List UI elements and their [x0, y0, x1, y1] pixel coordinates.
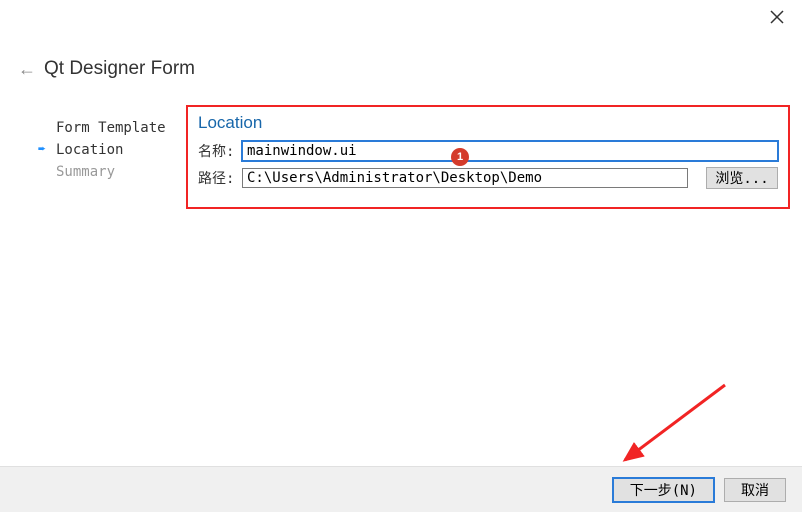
sidebar-item-summary[interactable]: ➨ Summary [38, 161, 166, 183]
annotation-marker-1: 1 [451, 148, 469, 166]
header: ← Qt Designer Form [18, 58, 195, 80]
next-button[interactable]: 下一步(N) [613, 478, 714, 502]
name-label: 名称: [198, 141, 242, 161]
back-arrow-icon[interactable]: ← [18, 59, 36, 80]
bottom-bar: 下一步(N) 取消 [0, 466, 802, 512]
browse-button[interactable]: 浏览... [706, 167, 778, 189]
page-title: Qt Designer Form [44, 58, 195, 80]
sidebar-item-form-template[interactable]: ➨ Form Template [38, 117, 166, 139]
location-title: Location [198, 113, 778, 133]
path-label: 路径: [198, 168, 242, 188]
sidebar-item-label: Summary [56, 161, 115, 183]
step-arrow-icon: ➨ [38, 139, 52, 161]
path-input[interactable] [242, 168, 688, 188]
close-icon [770, 10, 784, 24]
wizard-steps: ➨ Form Template ➨ Location ➨ Summary [38, 117, 166, 183]
name-input[interactable] [242, 141, 778, 161]
location-panel: Location 名称: 路径: 浏览... [186, 105, 790, 209]
cancel-button[interactable]: 取消 [724, 478, 786, 502]
annotation-arrow-icon [610, 380, 740, 470]
close-button[interactable] [770, 8, 784, 29]
sidebar-item-label: Form Template [56, 117, 166, 139]
name-row: 名称: [198, 141, 778, 161]
sidebar-item-label: Location [56, 139, 123, 161]
path-row: 路径: 浏览... [198, 167, 778, 189]
sidebar-item-location[interactable]: ➨ Location [38, 139, 166, 161]
